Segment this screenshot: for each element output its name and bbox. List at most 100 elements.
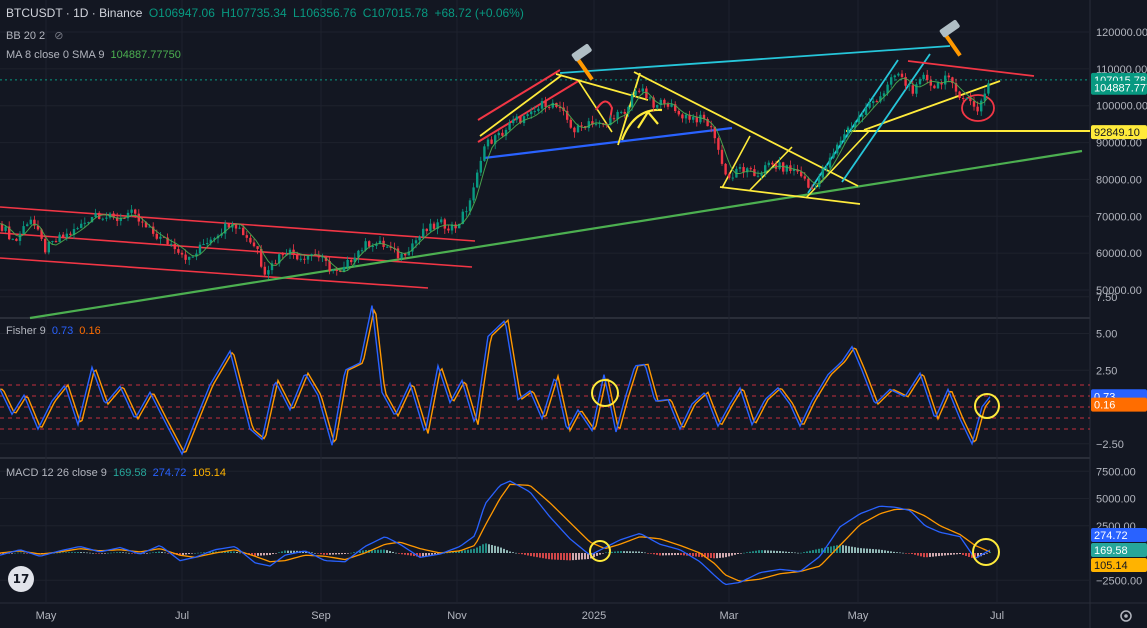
candle	[962, 98, 965, 100]
macd-bar	[401, 553, 403, 555]
candle	[134, 209, 137, 214]
macd-bar	[476, 547, 478, 553]
candle	[526, 114, 529, 117]
macd-bar	[806, 551, 808, 553]
macd-label[interactable]: MACD 12 26 close 9	[6, 467, 107, 479]
macd-bar	[935, 553, 937, 557]
drawings[interactable]	[0, 19, 1090, 320]
macd-bar	[569, 553, 571, 561]
macd-bar	[323, 553, 325, 555]
macd-bar	[794, 552, 796, 554]
macd-bar	[857, 547, 859, 553]
fisher-value-1: 0.73	[51, 325, 74, 337]
macd-bar	[614, 551, 616, 553]
fisher-value-2: 0.16	[79, 325, 101, 337]
macd-bar	[95, 553, 97, 554]
bb-label[interactable]: BB 20 2	[6, 30, 45, 42]
macd-bar	[518, 553, 520, 554]
macd-bar	[863, 548, 865, 553]
candle	[249, 237, 252, 243]
macd-bar	[959, 553, 961, 554]
candle	[62, 234, 65, 238]
candle	[51, 240, 54, 242]
macd-bar	[692, 553, 694, 557]
candle	[976, 106, 979, 112]
trading-chart[interactable]: 120000.00110000.00100000.0090000.0080000…	[0, 0, 1147, 628]
macd-bar	[968, 553, 970, 557]
symbol-title[interactable]: BTCUSDT · 1D · Binance	[6, 6, 142, 20]
candle	[540, 101, 544, 109]
macd-bar	[467, 549, 469, 553]
candle	[634, 90, 637, 95]
candle	[911, 85, 914, 94]
macd-legend[interactable]: MACD 12 26 close 9 169.58 274.72 105.14	[6, 467, 226, 479]
fisher-label[interactable]: Fisher 9	[6, 325, 46, 337]
macd-bar	[11, 553, 13, 554]
candle	[65, 233, 68, 238]
candle	[440, 219, 443, 223]
macd-bar	[470, 549, 472, 553]
candle	[447, 228, 450, 231]
yellow-circle-annotation	[974, 393, 1000, 419]
hidden-eye-icon[interactable]: ⊘	[54, 29, 63, 42]
macd-bar	[263, 553, 265, 556]
time-tick-label: 2025	[582, 610, 606, 622]
macd-bar	[953, 553, 955, 555]
candle	[756, 175, 760, 177]
legend-main[interactable]: BTCUSDT · 1D · Binance O106947.06 H10773…	[6, 6, 524, 20]
macd-bar	[194, 553, 196, 554]
tradingview-logo[interactable]: 17	[8, 566, 34, 592]
ma-label[interactable]: MA 8 close 0 SMA 9	[6, 49, 104, 61]
price-tick-label: 90000.00	[1096, 138, 1142, 150]
axis-value-tag-text: 105.14	[1094, 560, 1128, 572]
candle	[897, 73, 900, 76]
macd-bar	[164, 552, 166, 554]
candle	[465, 211, 468, 213]
macd-bar	[956, 553, 958, 555]
macd-bar	[317, 553, 319, 554]
macd-bar	[776, 550, 778, 553]
macd-bar	[677, 553, 679, 556]
candle	[173, 243, 176, 250]
candle	[890, 77, 893, 85]
time-tick-label: Jul	[990, 610, 1004, 622]
candle	[184, 254, 187, 260]
ma-legend[interactable]: MA 8 close 0 SMA 9 104887.77750	[6, 49, 181, 61]
candle	[497, 132, 500, 136]
macd-bar	[674, 553, 676, 556]
macd-bar	[923, 553, 925, 558]
macd-bar	[512, 552, 514, 553]
macd-line	[0, 480, 991, 586]
macd-bar	[740, 553, 742, 554]
macd-bar	[230, 551, 232, 553]
macd-bar	[629, 551, 631, 553]
macd-bar	[887, 550, 889, 553]
macd-bar	[89, 552, 91, 554]
rising-channel-top	[477, 69, 561, 121]
macd-bar	[599, 553, 601, 555]
candle	[80, 223, 83, 229]
candle	[479, 160, 482, 173]
macd-bar	[113, 552, 115, 554]
macd-bar	[788, 551, 790, 553]
settings-gear-icon[interactable]	[1120, 610, 1132, 622]
candle	[54, 240, 58, 242]
candle	[252, 242, 256, 247]
bb-legend[interactable]: BB 20 2 ⊘	[6, 29, 63, 42]
macd-bar	[503, 548, 505, 553]
macd-bar	[947, 553, 949, 556]
macd-bar	[500, 547, 502, 553]
macd-bar	[233, 551, 235, 553]
candle	[785, 165, 788, 172]
candle	[821, 168, 824, 178]
macd-bar	[638, 551, 640, 553]
macd-bar	[278, 552, 280, 553]
fisher-legend[interactable]: Fisher 9 0.73 0.16	[6, 325, 101, 337]
macd-bar	[722, 553, 724, 558]
candle	[803, 176, 806, 179]
macd-bar	[395, 552, 397, 554]
macd-bar	[752, 551, 754, 553]
open-value: O106947.06	[148, 6, 215, 20]
macd-bar	[197, 552, 199, 554]
candle	[767, 162, 770, 166]
